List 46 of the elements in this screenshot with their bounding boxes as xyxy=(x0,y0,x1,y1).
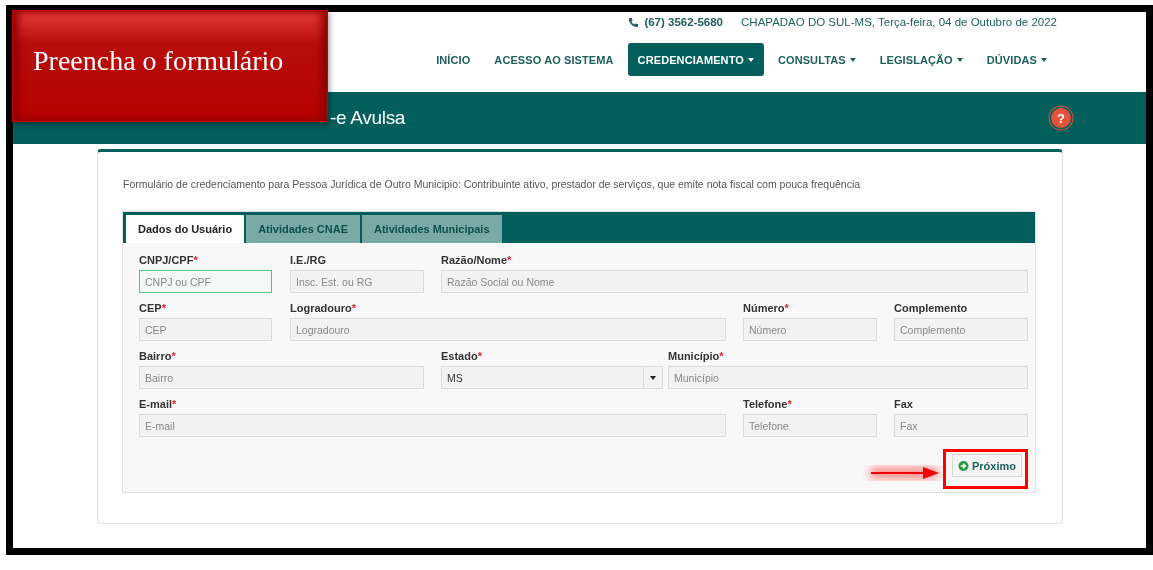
nav-link[interactable]: INÍCIO xyxy=(426,43,481,76)
field-label: I.E./RG xyxy=(290,253,328,267)
nav-link[interactable]: DÚVIDAS xyxy=(976,43,1057,76)
dropdown-button[interactable] xyxy=(644,366,663,389)
input-field[interactable]: Fax xyxy=(894,414,1028,437)
location-date: CHAPADAO DO SUL-MS, Terça-feira, 04 de Outubro de 2022 xyxy=(741,16,1057,28)
help-button[interactable]: ? xyxy=(1051,108,1071,128)
field-label: Complemento xyxy=(894,301,969,315)
input-field[interactable]: Número xyxy=(743,318,877,341)
tab[interactable]: Dados do Usuário xyxy=(126,215,245,243)
field-label: Fax xyxy=(894,397,914,411)
nav-link[interactable]: ACESSO AO SISTEMA xyxy=(484,43,624,76)
form-description: Formulário de credenciamento para Pessoa Jurídica de Outro Municipio: Contribuinte ativo, prestador de serviços, que emite nota fiscal com pouca frequência xyxy=(123,178,862,190)
field-label: Telefone* xyxy=(743,397,793,411)
annotation-banner: Preencha o formulário xyxy=(12,10,328,122)
field-label: Número* xyxy=(743,301,790,315)
field-label: Bairro* xyxy=(139,349,177,363)
nav-link[interactable]: LEGISLAÇÃO xyxy=(869,43,973,76)
page-title: -e Avulsa xyxy=(330,107,406,129)
nav-link[interactable]: CONSULTAS xyxy=(767,43,866,76)
field-label: Estado* xyxy=(441,349,483,363)
field-label: CEP* xyxy=(139,301,167,315)
input-field[interactable]: Razão Social ou Nome xyxy=(441,270,1028,293)
tab[interactable]: Atividades CNAE xyxy=(246,215,360,243)
nav-link[interactable]: CREDENCIAMENTO xyxy=(627,43,764,76)
select-field[interactable]: MS xyxy=(441,366,644,389)
input-field[interactable]: Logradouro xyxy=(290,318,726,341)
input-field[interactable]: CNPJ ou CPF xyxy=(139,270,272,293)
caret-icon xyxy=(650,375,656,380)
input-field[interactable]: Telefone xyxy=(743,414,877,437)
input-field[interactable]: E-mail xyxy=(139,414,726,437)
field-label: Logradouro* xyxy=(290,301,357,315)
arrow-circle-icon xyxy=(958,458,969,473)
phone-number: (67) 3562-5680 xyxy=(644,16,724,28)
input-field[interactable]: Município xyxy=(668,366,1028,389)
field-label: Razão/Nome* xyxy=(441,253,513,267)
input-field[interactable]: CEP xyxy=(139,318,272,341)
phone-icon xyxy=(628,16,640,28)
input-field[interactable]: Bairro xyxy=(139,366,424,389)
field-label: CNPJ/CPF* xyxy=(139,253,199,267)
field-label: Município* xyxy=(668,349,725,363)
field-label: E-mail* xyxy=(139,397,178,411)
tab[interactable]: Atividades Municipais xyxy=(362,215,502,243)
input-field[interactable]: Complemento xyxy=(894,318,1028,341)
input-field[interactable]: Insc. Est. ou RG xyxy=(290,270,424,293)
next-button[interactable]: Próximo xyxy=(952,454,1022,477)
